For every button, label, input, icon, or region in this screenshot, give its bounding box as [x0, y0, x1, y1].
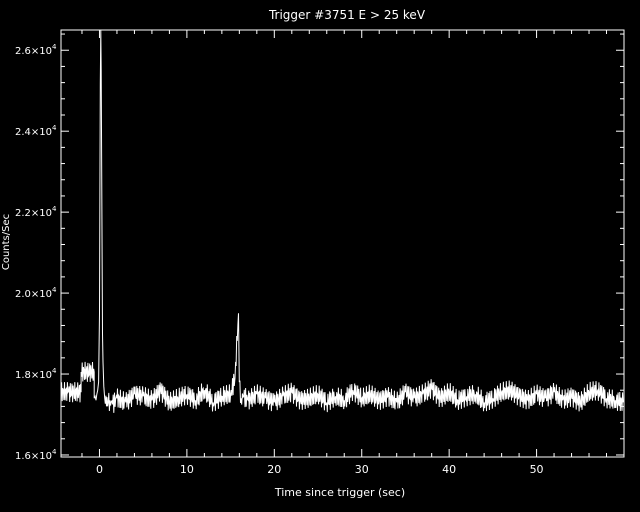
chart-title: Trigger #3751 E > 25 keV	[268, 8, 426, 22]
y-tick-label: 2.6×104	[15, 43, 57, 57]
y-tick-label: 2.0×104	[15, 286, 57, 300]
x-tick-label: 50	[530, 463, 544, 476]
chart-background	[0, 0, 640, 512]
x-tick-label: 30	[355, 463, 369, 476]
x-tick-label: 10	[180, 463, 194, 476]
y-tick-label: 1.6×104	[15, 448, 57, 462]
chart: Trigger #3751 E > 25 keV 0 10 20 30 40 50 1.6…	[0, 0, 640, 512]
y-tick-label: 1.8×104	[15, 367, 57, 381]
x-tick-label: 20	[267, 463, 281, 476]
x-tick-label: 40	[442, 463, 456, 476]
x-tick-label: 0	[96, 463, 103, 476]
y-axis-label: Counts/Sec	[1, 214, 12, 270]
y-tick-label: 2.4×104	[15, 124, 57, 138]
x-axis-label: Time since trigger (sec)	[274, 486, 405, 499]
y-tick-label: 2.2×104	[15, 205, 57, 219]
